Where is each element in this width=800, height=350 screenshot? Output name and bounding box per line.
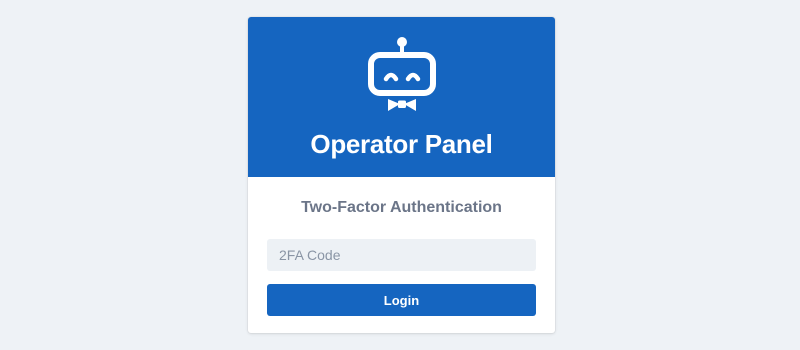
2fa-code-input[interactable]	[267, 239, 536, 271]
card-body: Two-Factor Authentication Login	[248, 199, 555, 316]
brand-title: Operator Panel	[310, 129, 493, 159]
card-header: Operator Panel	[248, 17, 555, 177]
login-card: Operator Panel Two-Factor Authentication…	[248, 17, 555, 333]
login-button[interactable]: Login	[267, 284, 536, 316]
robot-bowtie-icon	[367, 37, 436, 111]
form-subtitle: Two-Factor Authentication	[301, 199, 502, 216]
